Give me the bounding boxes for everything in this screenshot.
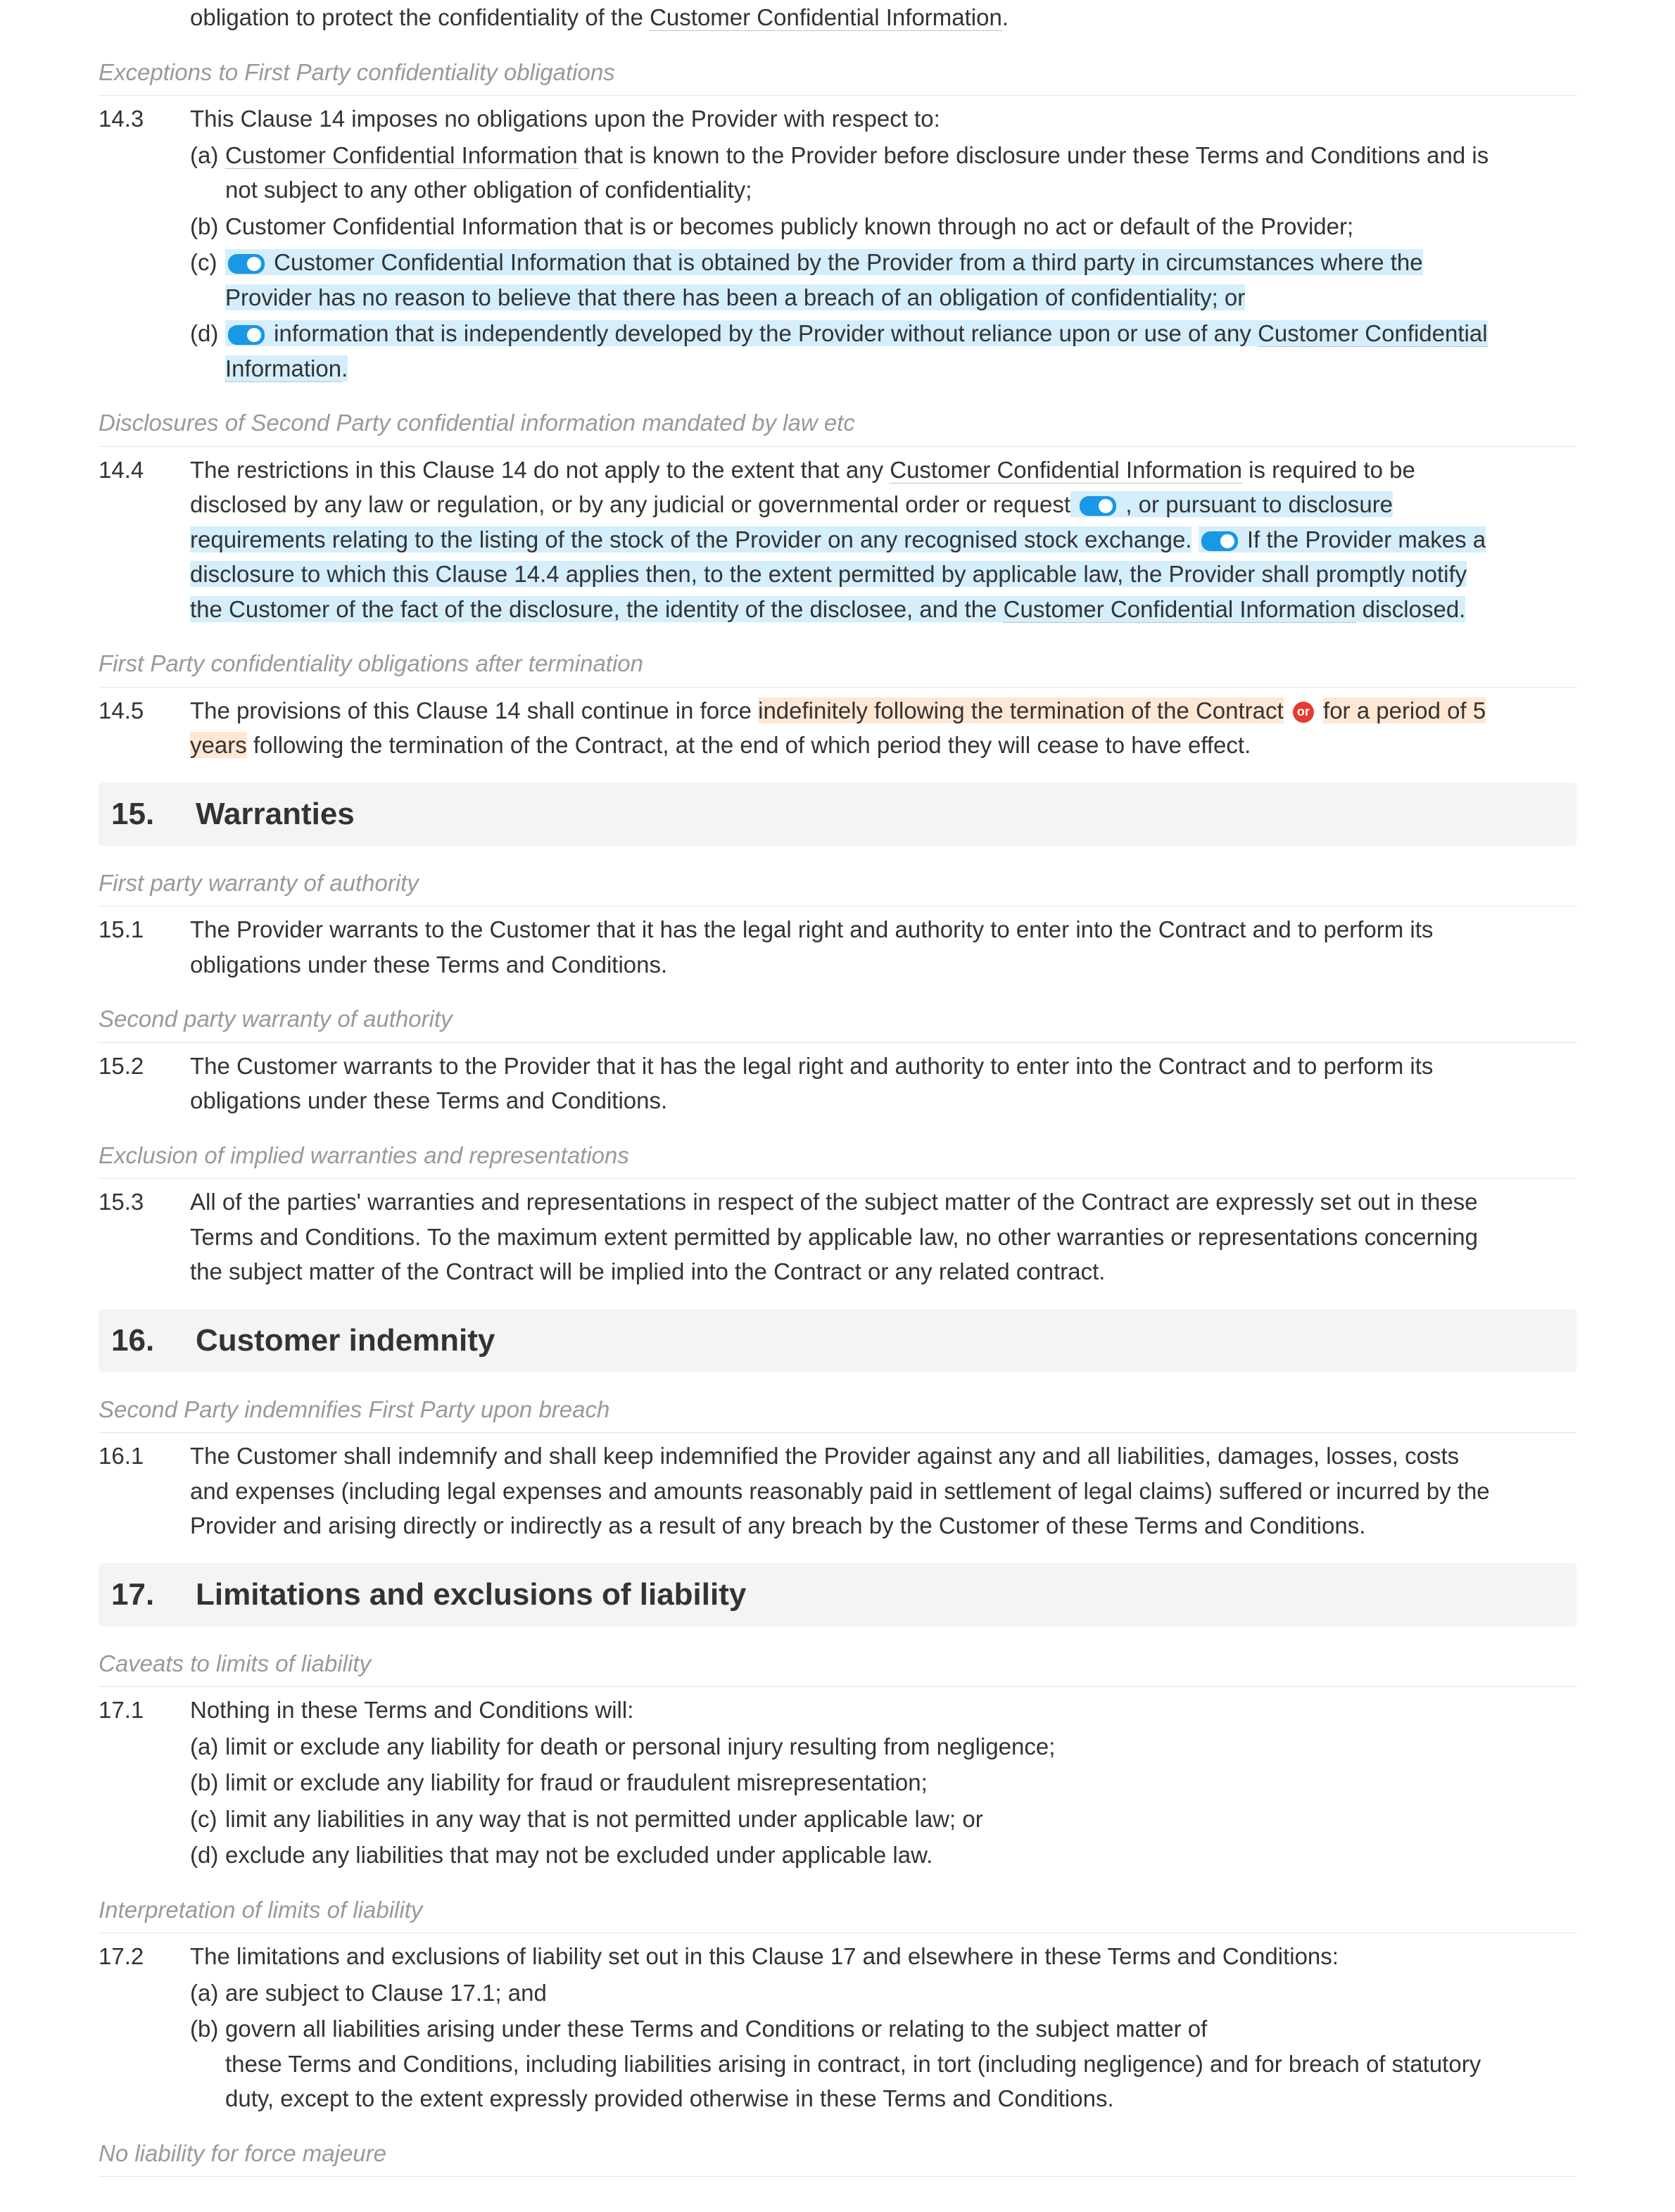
text: limit or exclude any liability for fraud…: [225, 1765, 1492, 1800]
sub-letter: (b): [190, 209, 225, 244]
text: these Terms and Conditions, including li…: [225, 2051, 1481, 2112]
toggle-icon[interactable]: [228, 254, 265, 274]
sub-letter: (b): [190, 2011, 225, 2116]
sub-item-d: (d)exclude any liabilities that may not …: [190, 1838, 1492, 1873]
defined-term-cci[interactable]: Customer Confidential Information: [225, 142, 578, 169]
annotation: No liability for force majeure: [99, 2136, 1576, 2178]
annotation: Exclusion of implied warranties and repr…: [99, 1138, 1576, 1180]
sub-letter: (a): [190, 138, 225, 208]
clause-number: 15.2: [99, 1049, 190, 1118]
text: limit any liabilities in any way that is…: [225, 1802, 1492, 1837]
clause-intro: Nothing in these Terms and Conditions wi…: [190, 1693, 1492, 1728]
section-number: 16.: [99, 1317, 196, 1364]
sub-item-c: (c)limit any liabilities in any way that…: [190, 1802, 1492, 1837]
clause-17-1: 17.1 Nothing in these Terms and Conditio…: [99, 1693, 1576, 1873]
defined-term-cci[interactable]: Customer Confidential Information: [1004, 596, 1356, 623]
text: limit or exclude any liability for death…: [225, 1729, 1492, 1764]
text: .: [1002, 4, 1009, 30]
text: are subject to Clause 17.1; and: [225, 1976, 1492, 2011]
clause-number: 14.3: [99, 101, 190, 386]
clause-17-2: 17.2 The limitations and exclusions of l…: [99, 1939, 1576, 2116]
annotation: First party warranty of authority: [99, 866, 1576, 907]
clause-number: 14.5: [99, 693, 190, 763]
toggle-icon[interactable]: [1201, 531, 1238, 551]
text: information that is independently develo…: [274, 320, 1258, 346]
sub-letter: (d): [190, 1838, 225, 1873]
text: obligation to protect the confidentialit…: [190, 4, 650, 30]
clause-intro: The limitations and exclusions of liabil…: [190, 1939, 1492, 1974]
text: exclude any liabilities that may not be …: [225, 1838, 1492, 1873]
clause-15-3: 15.3 All of the parties' warranties and …: [99, 1184, 1576, 1289]
annotation: Second Party indemnifies First Party upo…: [99, 1392, 1576, 1434]
clause-text: All of the parties' warranties and repre…: [190, 1184, 1492, 1289]
clause-number: 16.1: [99, 1439, 190, 1543]
defined-term-cci[interactable]: Customer Confidential Information: [890, 457, 1242, 484]
sub-item-a: (a)limit or exclude any liability for de…: [190, 1729, 1492, 1764]
sub-letter: (c): [190, 245, 225, 315]
text: The restrictions in this Clause 14 do no…: [190, 457, 890, 483]
sub-letter: (c): [190, 1802, 225, 1837]
or-badge[interactable]: or: [1293, 702, 1314, 723]
annotation: Caveats to limits of liability: [99, 1646, 1576, 1688]
sub-item-b: (b) Customer Confidential Information th…: [190, 209, 1492, 244]
annotation: Second party warranty of authority: [99, 1001, 1576, 1043]
annotation: First Party confidentiality obligations …: [99, 646, 1576, 688]
sub-item-a: (a) Customer Confidential Information th…: [190, 138, 1492, 208]
annotation: Disclosures of Second Party confidential…: [99, 405, 1576, 447]
defined-term-cci[interactable]: Customer Confidential Information: [650, 4, 1002, 31]
toggle-icon[interactable]: [228, 325, 265, 345]
text: disclosed.: [1355, 596, 1465, 622]
intro-fragment: obligation to protect the confidentialit…: [190, 0, 1492, 35]
sub-letter: (d): [190, 316, 225, 386]
clause-text: The Customer shall indemnify and shall k…: [190, 1439, 1492, 1543]
text: govern all liabilities arising under the…: [225, 2016, 1207, 2042]
section-title: Customer indemnity: [196, 1317, 495, 1364]
toggle-icon[interactable]: [1080, 496, 1116, 516]
sub-letter: (b): [190, 1765, 225, 1800]
sub-item-b: (b)limit or exclude any liability for fr…: [190, 1765, 1492, 1800]
text: Customer Confidential Information that i…: [225, 209, 1492, 244]
section-number: 15.: [99, 791, 196, 838]
annotation: Exceptions to First Party confidentialit…: [99, 55, 1576, 96]
clause-number: 14.4: [99, 453, 190, 627]
sub-letter: (a): [190, 1976, 225, 2011]
clause-intro: This Clause 14 imposes no obligations up…: [190, 101, 1492, 137]
clause-14-3: 14.3 This Clause 14 imposes no obligatio…: [99, 101, 1576, 386]
sub-item-a: (a)are subject to Clause 17.1; and: [190, 1976, 1492, 2011]
section-15-header: 15. Warranties: [99, 783, 1576, 846]
text: following the termination of the Contrac…: [247, 732, 1251, 758]
clause-15-1: 15.1 The Provider warrants to the Custom…: [99, 912, 1576, 982]
clause-text: The Customer warrants to the Provider th…: [190, 1049, 1492, 1118]
section-title: Warranties: [196, 791, 355, 838]
section-16-header: 16. Customer indemnity: [99, 1309, 1576, 1372]
section-17-header: 17. Limitations and exclusions of liabil…: [99, 1563, 1576, 1626]
text: Customer Confidential Information that i…: [225, 249, 1423, 310]
clause-number: 15.1: [99, 912, 190, 982]
text: .: [341, 355, 348, 381]
sub-item-d: (d) information that is independently de…: [190, 316, 1492, 386]
sub-item-c: (c) Customer Confidential Information th…: [190, 245, 1492, 315]
clause-number: 17.1: [99, 1693, 190, 1873]
annotation: Interpretation of limits of liability: [99, 1892, 1576, 1934]
clause-number: 15.3: [99, 1184, 190, 1289]
clause-15-2: 15.2 The Customer warrants to the Provid…: [99, 1049, 1576, 1118]
sub-letter: (a): [190, 1729, 225, 1764]
clause-14-5: 14.5 The provisions of this Clause 14 sh…: [99, 693, 1576, 763]
clause-16-1: 16.1 The Customer shall indemnify and sh…: [99, 1439, 1576, 1543]
clause-14-4: 14.4 The restrictions in this Clause 14 …: [99, 453, 1576, 627]
clause-text: The Provider warrants to the Customer th…: [190, 912, 1492, 982]
clause-number: 17.2: [99, 1939, 190, 2116]
text: The provisions of this Clause 14 shall c…: [190, 697, 758, 723]
option-1: indefinitely following the termination o…: [758, 697, 1284, 723]
sub-item-b: (b)govern all liabilities arising under …: [190, 2011, 1492, 2116]
section-number: 17.: [99, 1572, 196, 1618]
section-title: Limitations and exclusions of liability: [196, 1572, 746, 1618]
